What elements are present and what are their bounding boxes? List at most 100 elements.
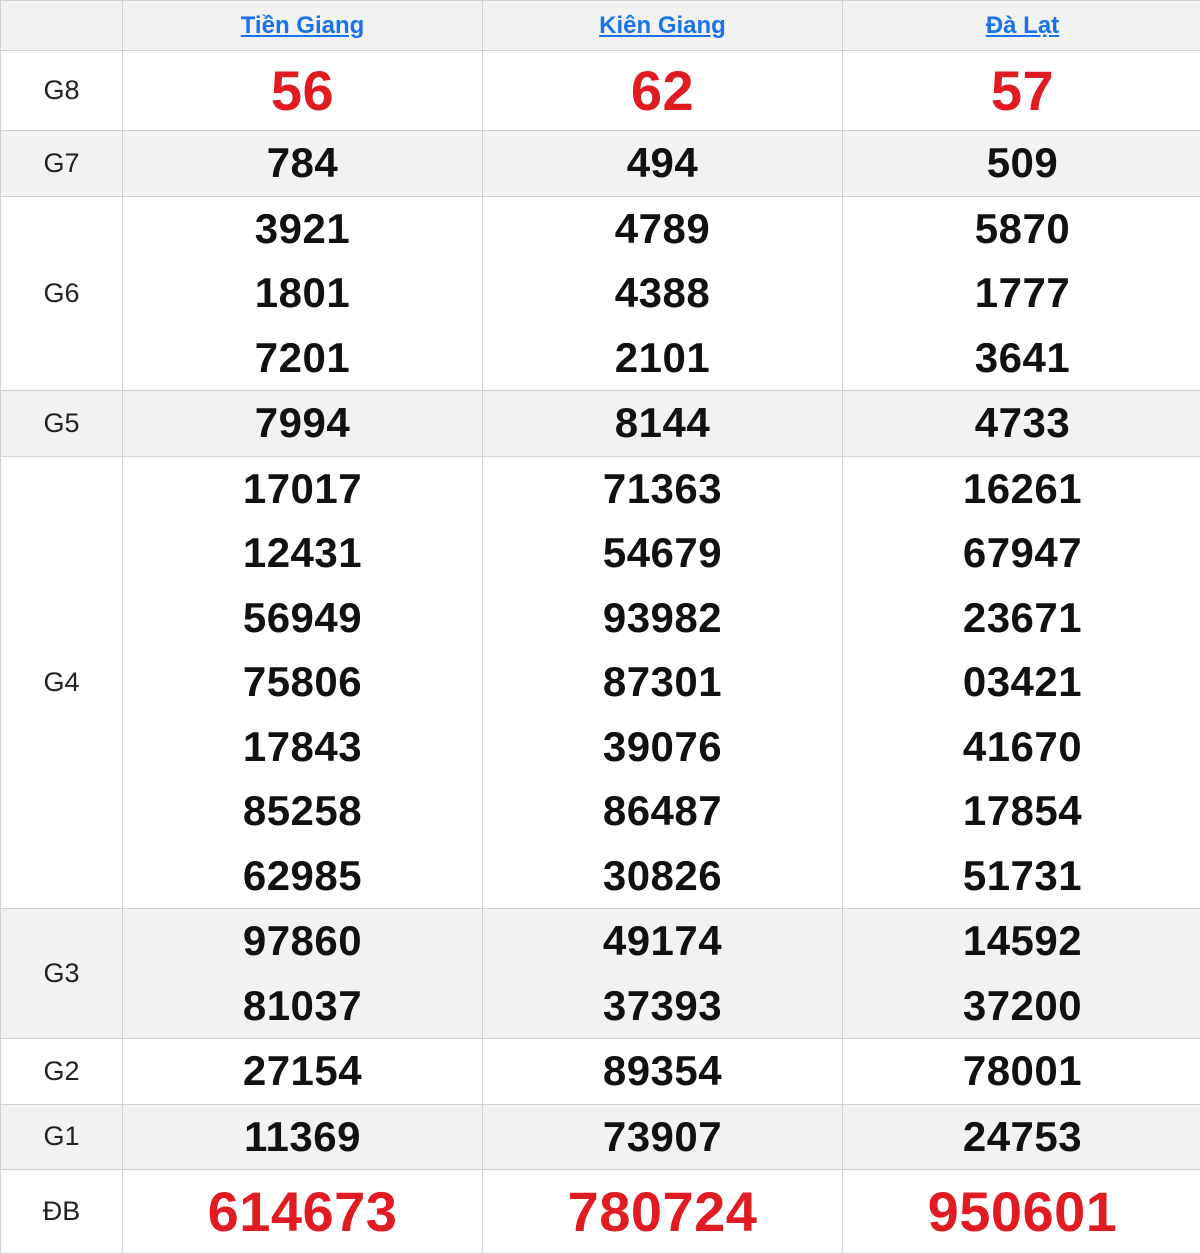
result-number: 93982 xyxy=(483,586,842,651)
result-number: 11369 xyxy=(123,1105,482,1170)
result-number: 37393 xyxy=(483,974,842,1039)
result-number: 17017 xyxy=(123,457,482,522)
province-header: Kiên Giang xyxy=(483,1,843,51)
result-number: 509 xyxy=(843,131,1200,196)
result-cell: 784 xyxy=(123,131,483,197)
prize-label: ĐB xyxy=(1,1170,123,1254)
prize-row-g4: G4 17017 12431 56949 75806 17843 85258 6… xyxy=(1,456,1200,909)
result-cell: 56 xyxy=(123,51,483,131)
prize-label: G8 xyxy=(1,51,123,131)
province-header: Đà Lạt xyxy=(843,1,1200,51)
result-cell: 97860 81037 xyxy=(123,909,483,1039)
result-number: 8144 xyxy=(483,391,842,456)
result-cell: 62 xyxy=(483,51,843,131)
result-number: 14592 xyxy=(843,909,1200,974)
result-number: 75806 xyxy=(123,650,482,715)
result-cell: 4733 xyxy=(843,391,1200,457)
result-cell: 5870 1777 3641 xyxy=(843,196,1200,391)
special-prize-number: 780724 xyxy=(483,1171,842,1253)
result-number: 39076 xyxy=(483,715,842,780)
province-link[interactable]: Đà Lạt xyxy=(986,12,1059,39)
prize-row-special: ĐB 614673 780724 950601 xyxy=(1,1170,1200,1254)
result-number: 71363 xyxy=(483,457,842,522)
result-number: 87301 xyxy=(483,650,842,715)
result-number: 24753 xyxy=(843,1105,1200,1170)
result-cell: 14592 37200 xyxy=(843,909,1200,1039)
result-cell: 11369 xyxy=(123,1104,483,1170)
result-number: 51731 xyxy=(843,844,1200,909)
result-number: 17843 xyxy=(123,715,482,780)
result-number: 62985 xyxy=(123,844,482,909)
header-corner-cell xyxy=(1,1,123,51)
result-cell: 7994 xyxy=(123,391,483,457)
result-number: 78001 xyxy=(843,1039,1200,1104)
province-header: Tiền Giang xyxy=(123,1,483,51)
result-number: 5870 xyxy=(843,197,1200,262)
result-number: 4733 xyxy=(843,391,1200,456)
result-number: 56949 xyxy=(123,586,482,651)
prize-row-g7: G7 784 494 509 xyxy=(1,131,1200,197)
result-cell: 8144 xyxy=(483,391,843,457)
result-cell: 494 xyxy=(483,131,843,197)
result-number: 3921 xyxy=(123,197,482,262)
result-number: 67947 xyxy=(843,521,1200,586)
result-number: 7994 xyxy=(123,391,482,456)
result-cell: 89354 xyxy=(483,1039,843,1105)
result-number: 27154 xyxy=(123,1039,482,1104)
result-cell: 24753 xyxy=(843,1104,1200,1170)
prize-label: G6 xyxy=(1,196,123,391)
prize-row-g3: G3 97860 81037 49174 37393 14592 37200 xyxy=(1,909,1200,1039)
prize-label: G7 xyxy=(1,131,123,197)
result-cell: 950601 xyxy=(843,1170,1200,1254)
result-number: 2101 xyxy=(483,326,842,391)
result-number: 784 xyxy=(123,131,482,196)
result-number: 30826 xyxy=(483,844,842,909)
prize-label: G5 xyxy=(1,391,123,457)
prize-label: G1 xyxy=(1,1104,123,1170)
prize-label: G3 xyxy=(1,909,123,1039)
prize-row-g2: G2 27154 89354 78001 xyxy=(1,1039,1200,1105)
result-cell: 509 xyxy=(843,131,1200,197)
prize-label: G2 xyxy=(1,1039,123,1105)
result-number: 37200 xyxy=(843,974,1200,1039)
result-cell: 614673 xyxy=(123,1170,483,1254)
result-number: 73907 xyxy=(483,1105,842,1170)
result-number: 03421 xyxy=(843,650,1200,715)
result-cell: 4789 4388 2101 xyxy=(483,196,843,391)
result-cell: 780724 xyxy=(483,1170,843,1254)
result-cell: 49174 37393 xyxy=(483,909,843,1039)
result-number: 17854 xyxy=(843,779,1200,844)
result-cell: 78001 xyxy=(843,1039,1200,1105)
result-number: 85258 xyxy=(123,779,482,844)
result-number: 4388 xyxy=(483,261,842,326)
result-number: 97860 xyxy=(123,909,482,974)
result-number: 41670 xyxy=(843,715,1200,780)
result-number: 54679 xyxy=(483,521,842,586)
result-number: 16261 xyxy=(843,457,1200,522)
prize-row-g1: G1 11369 73907 24753 xyxy=(1,1104,1200,1170)
header-row: Tiền Giang Kiên Giang Đà Lạt xyxy=(1,1,1200,51)
prize-label: G4 xyxy=(1,456,123,909)
result-cell: 3921 1801 7201 xyxy=(123,196,483,391)
province-link[interactable]: Kiên Giang xyxy=(599,12,726,39)
prize-row-g8: G8 56 62 57 xyxy=(1,51,1200,131)
special-prize-number: 614673 xyxy=(123,1171,482,1253)
result-number: 1801 xyxy=(123,261,482,326)
result-number: 62 xyxy=(483,52,842,130)
result-number: 23671 xyxy=(843,586,1200,651)
result-number: 7201 xyxy=(123,326,482,391)
result-number: 12431 xyxy=(123,521,482,586)
result-cell: 57 xyxy=(843,51,1200,131)
result-number: 56 xyxy=(123,52,482,130)
lottery-results-table: Tiền Giang Kiên Giang Đà Lạt G8 56 62 57… xyxy=(0,0,1200,1254)
result-number: 89354 xyxy=(483,1039,842,1104)
province-link[interactable]: Tiền Giang xyxy=(241,12,365,39)
special-prize-number: 950601 xyxy=(843,1171,1200,1253)
result-cell: 71363 54679 93982 87301 39076 86487 3082… xyxy=(483,456,843,909)
result-cell: 27154 xyxy=(123,1039,483,1105)
prize-row-g6: G6 3921 1801 7201 4789 4388 2101 5870 17… xyxy=(1,196,1200,391)
result-number: 57 xyxy=(843,52,1200,130)
result-cell: 73907 xyxy=(483,1104,843,1170)
result-number: 1777 xyxy=(843,261,1200,326)
result-number: 49174 xyxy=(483,909,842,974)
